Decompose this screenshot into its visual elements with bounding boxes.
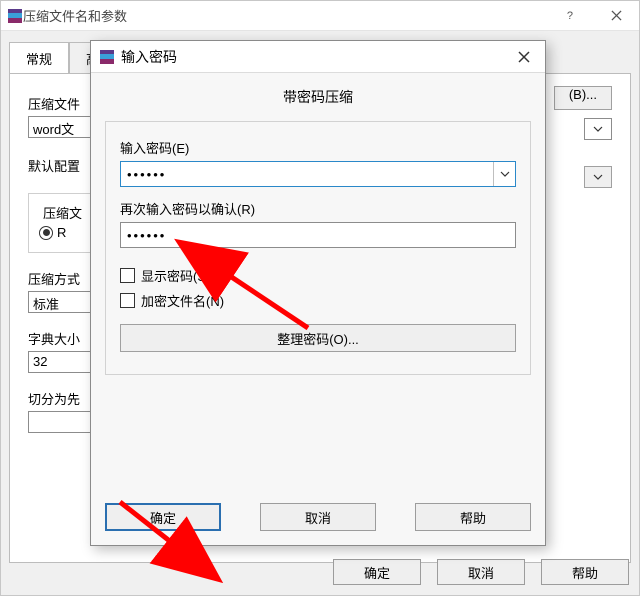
confirm-password-label: 再次输入密码以确认(R) [120,199,516,218]
chevron-down-icon [593,126,603,132]
help-icon-button[interactable]: ? [547,1,593,31]
radio-label-partial: R [57,225,66,240]
close-icon-button[interactable] [593,1,639,31]
svg-text:?: ? [566,10,572,21]
password-input[interactable] [121,162,493,186]
confirm-password-input[interactable] [120,222,516,248]
profile-button[interactable] [584,166,612,188]
modal-body: 带密码压缩 输入密码(E) 再次输入密码以确认(R) 显示密码(S) 加密文件名… [91,73,545,441]
checkbox-icon [120,293,135,308]
modal-ok-button[interactable]: 确定 [105,503,221,531]
update-mode-dropdown-button[interactable] [584,118,612,140]
modal-title: 输入密码 [121,47,503,67]
parent-help-button[interactable]: 帮助 [541,559,629,585]
parent-cancel-button[interactable]: 取消 [437,559,525,585]
modal-help-button[interactable]: 帮助 [415,503,531,531]
encrypt-filenames-checkbox-row[interactable]: 加密文件名(N) [120,291,516,310]
password-dropdown-button[interactable] [493,162,515,186]
winrar-app-icon [99,49,115,65]
chevron-down-icon [500,171,510,177]
password-field-group: 输入密码(E) 再次输入密码以确认(R) 显示密码(S) 加密文件名(N) 整理… [105,121,531,375]
password-dialog: 输入密码 带密码压缩 输入密码(E) 再次输入密码以确认(R) 显示密码(S) [90,40,546,546]
modal-titlebar: 输入密码 [91,41,545,73]
parent-ok-button[interactable]: 确定 [333,559,421,585]
encrypt-filenames-label: 加密文件名(N) [141,291,224,310]
modal-cancel-button[interactable]: 取消 [260,503,376,531]
checkbox-icon [120,268,135,283]
modal-close-button[interactable] [503,41,545,73]
show-password-checkbox-row[interactable]: 显示密码(S) [120,266,516,285]
chevron-down-icon [593,174,603,180]
modal-button-row: 确定 取消 帮助 [105,503,531,531]
close-icon [518,51,530,63]
password-combo [120,161,516,187]
radio-icon [39,226,53,240]
parent-button-row: 确定 取消 帮助 [333,559,629,585]
manage-passwords-button[interactable]: 整理密码(O)... [120,324,516,352]
format-group-label: 压缩文 [39,203,86,222]
parent-window-title: 压缩文件名和参数 [23,6,547,25]
winrar-app-icon [7,8,23,24]
modal-heading: 带密码压缩 [105,81,531,121]
password-label: 输入密码(E) [120,138,516,157]
show-password-label: 显示密码(S) [141,266,210,285]
browse-button[interactable]: (B)... [554,86,612,110]
tab-general[interactable]: 常规 [9,42,69,74]
parent-titlebar: 压缩文件名和参数 ? [1,1,639,31]
